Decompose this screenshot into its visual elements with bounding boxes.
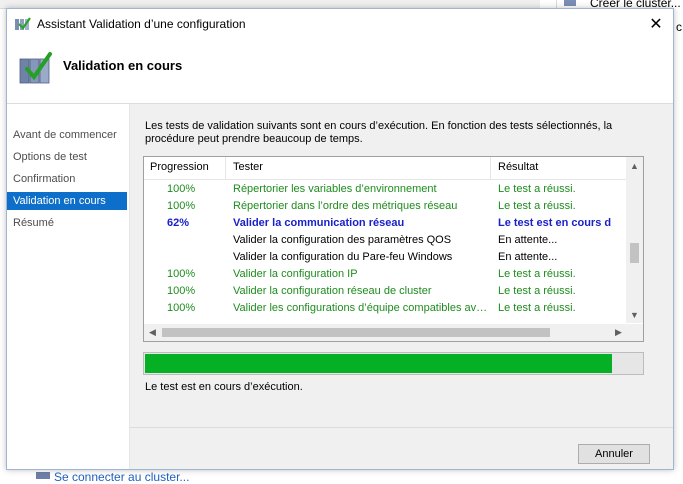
create-cluster-icon	[564, 0, 576, 6]
row-result: Le test a réussi.	[498, 200, 576, 212]
column-header-progress[interactable]: Progression	[150, 161, 209, 173]
test-list-header: Progression Tester Résultat	[144, 157, 627, 180]
row-tester: Valider les configurations d’équipe comp…	[233, 302, 488, 314]
wizard-steps-sidebar: Avant de commencer Options de test Confi…	[7, 104, 130, 469]
row-tester: Valider la configuration du Pare-feu Win…	[233, 251, 453, 263]
row-result: Le test a réussi.	[498, 183, 576, 195]
test-row[interactable]: 100% Valider la configuration IP Le test…	[144, 266, 627, 283]
footer-divider	[130, 427, 673, 428]
row-progress: 62%	[167, 217, 190, 229]
test-row[interactable]: 100% Valider les configurations d’équipe…	[144, 300, 627, 317]
test-row[interactable]: Valider la configuration du Pare-feu Win…	[144, 249, 627, 266]
scroll-up-arrow-icon[interactable]: ▲	[626, 157, 643, 174]
row-progress: 100%	[167, 200, 196, 212]
validation-wizard-dialog: Assistant Validation d’une configuration…	[6, 8, 674, 470]
step-confirmation[interactable]: Confirmation	[7, 170, 127, 188]
test-row[interactable]: 62% Valider la communication réseau Le t…	[144, 215, 627, 232]
row-progress: 100%	[167, 285, 196, 297]
connect-cluster-icon	[36, 472, 50, 479]
row-result: Le test a réussi.	[498, 302, 576, 314]
row-progress: 100%	[167, 183, 196, 195]
step-options-de-test[interactable]: Options de test	[7, 148, 127, 166]
test-row[interactable]: Valider la configuration des paramètres …	[144, 232, 627, 249]
cancel-button[interactable]: Annuler	[578, 444, 650, 464]
wizard-content: Les tests de validation suivants sont en…	[130, 104, 673, 469]
scroll-right-arrow-icon[interactable]: ▶	[610, 324, 627, 341]
test-list[interactable]: Progression Tester Résultat 100% Réperto…	[143, 156, 644, 342]
column-divider	[490, 157, 491, 179]
row-tester: Répertorier les variables d’environnemen…	[233, 183, 437, 195]
test-row[interactable]: 100% Répertorier les variables d’environ…	[144, 181, 627, 198]
cluster-validation-check-icon	[19, 52, 52, 84]
test-row[interactable]: 100% Répertorier dans l’ordre des métriq…	[144, 198, 627, 215]
row-tester: Valider la configuration réseau de clust…	[233, 285, 432, 297]
description-text: Les tests de validation suivants sont en…	[145, 120, 613, 145]
row-tester: Valider la configuration des paramètres …	[233, 234, 452, 246]
vertical-scroll-thumb[interactable]	[630, 243, 639, 263]
step-validation-en-cours[interactable]: Validation en cours	[7, 192, 127, 210]
page-title: Validation en cours	[63, 58, 183, 73]
overall-progress-bar	[143, 352, 644, 375]
step-resume[interactable]: Résumé	[7, 214, 127, 232]
row-result: En attente...	[498, 251, 558, 263]
wizard-header: Validation en cours	[7, 39, 673, 104]
scrollbar-corner	[626, 324, 643, 341]
overall-progress-fill	[145, 354, 613, 373]
column-header-tester[interactable]: Tester	[233, 161, 263, 173]
close-button[interactable]: ✕	[639, 9, 673, 39]
title-bar[interactable]: Assistant Validation d’une configuration…	[7, 9, 673, 39]
step-avant-de-commencer[interactable]: Avant de commencer	[7, 126, 127, 144]
cluster-validation-icon	[15, 17, 31, 30]
close-icon: ✕	[649, 16, 663, 33]
test-row[interactable]: 100% Valider la configuration réseau de …	[144, 283, 627, 300]
row-progress: 100%	[167, 302, 196, 314]
row-tester: Répertorier dans l’ordre des métriques r…	[233, 200, 458, 212]
background-side-label: c	[676, 20, 682, 34]
dialog-title: Assistant Validation d’une configuration	[37, 17, 246, 31]
horizontal-scroll-thumb[interactable]	[162, 328, 550, 337]
scroll-left-arrow-icon[interactable]: ◀	[144, 324, 161, 341]
column-header-result[interactable]: Résultat	[498, 161, 538, 173]
row-result: Le test a réussi.	[498, 268, 576, 280]
row-tester: Valider la communication réseau	[233, 217, 405, 229]
horizontal-scrollbar[interactable]: ◀ ▶	[144, 324, 627, 341]
row-result: Le test est en cours d	[498, 217, 612, 229]
scroll-down-arrow-icon[interactable]: ▼	[626, 306, 643, 323]
connect-cluster-link[interactable]: Se connecter au cluster...	[54, 470, 189, 484]
column-divider	[225, 157, 226, 179]
vertical-scrollbar[interactable]: ▲ ▼	[626, 157, 643, 323]
row-tester: Valider la configuration IP	[233, 268, 358, 280]
row-result: Le test a réussi.	[498, 285, 576, 297]
status-text: Le test est en cours d’exécution.	[145, 381, 303, 393]
row-result: En attente...	[498, 234, 558, 246]
row-progress: 100%	[167, 268, 196, 280]
